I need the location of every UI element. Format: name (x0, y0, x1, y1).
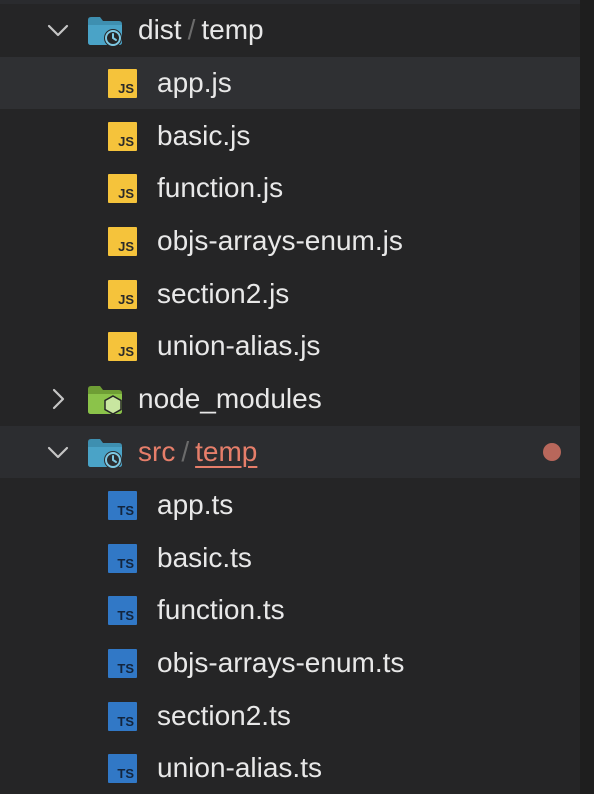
chevron-down-icon[interactable] (44, 16, 72, 44)
folder-row-dist-temp[interactable]: dist / temp (0, 4, 580, 56)
file-row-app-js[interactable]: JS app.js (0, 57, 580, 109)
folder-name-part1: dist (138, 14, 182, 45)
file-row-app-ts[interactable]: TS app.ts (0, 479, 580, 531)
folder-clock-icon (88, 17, 122, 47)
ts-file-icon: TS (108, 491, 137, 520)
folder-row-src-temp[interactable]: src / temp (0, 426, 580, 478)
js-file-icon: JS (108, 174, 137, 203)
chevron-right-icon[interactable] (44, 385, 72, 413)
path-separator: / (181, 436, 190, 467)
modified-indicator-dot (543, 443, 561, 461)
scrollbar-gutter[interactable] (580, 0, 594, 794)
js-file-icon: JS (108, 332, 137, 361)
ts-file-icon: TS (108, 649, 137, 678)
js-file-icon: JS (108, 227, 137, 256)
file-label: union-alias.ts (157, 752, 322, 783)
folder-name-part2: temp (201, 14, 264, 45)
ts-file-icon: TS (108, 754, 137, 783)
js-file-icon: JS (108, 69, 137, 98)
nodejs-folder-icon (88, 386, 122, 415)
file-label: basic.js (157, 120, 251, 151)
file-row-section2-js[interactable]: JS section2.js (0, 268, 580, 320)
file-row-union-alias-ts[interactable]: TS union-alias.ts (0, 742, 580, 794)
file-label: union-alias.js (157, 330, 321, 361)
file-row-function-js[interactable]: JS function.js (0, 162, 580, 214)
file-label: function.ts (157, 594, 285, 625)
js-file-icon: JS (108, 280, 137, 309)
file-label: app.ts (157, 489, 234, 520)
folder-row-node-modules[interactable]: node_modules (0, 373, 580, 425)
folder-name-part1: src (138, 436, 176, 467)
folder-clock-icon (88, 439, 122, 469)
folder-label-dist-temp: dist / temp (138, 4, 264, 56)
file-label: function.js (157, 172, 284, 203)
ts-file-icon: TS (108, 544, 137, 573)
folder-name-part2: temp (195, 436, 258, 467)
file-label: app.js (157, 67, 232, 98)
file-row-objs-arrays-enum-js[interactable]: JS objs-arrays-enum.js (0, 215, 580, 267)
file-row-objs-arrays-enum-ts[interactable]: TS objs-arrays-enum.ts (0, 637, 580, 689)
file-label: basic.ts (157, 542, 252, 573)
file-row-basic-ts[interactable]: TS basic.ts (0, 532, 580, 584)
js-file-icon: JS (108, 122, 137, 151)
path-separator: / (187, 14, 196, 45)
file-row-section2-ts[interactable]: TS section2.ts (0, 690, 580, 742)
file-label: section2.ts (157, 700, 291, 731)
file-row-union-alias-js[interactable]: JS union-alias.js (0, 320, 580, 372)
folder-label-node-modules: node_modules (138, 383, 322, 414)
file-explorer-tree: dist / temp JS app.js JS basic.js JS funct… (0, 0, 580, 794)
file-label: objs-arrays-enum.ts (157, 647, 405, 678)
ts-file-icon: TS (108, 702, 137, 731)
folder-label-src-temp: src / temp (138, 426, 257, 478)
file-row-function-ts[interactable]: TS function.ts (0, 584, 580, 636)
file-label: objs-arrays-enum.js (157, 225, 403, 256)
ts-file-icon: TS (108, 596, 137, 625)
file-label: section2.js (157, 278, 290, 309)
file-row-basic-js[interactable]: JS basic.js (0, 110, 580, 162)
chevron-down-icon[interactable] (44, 438, 72, 466)
